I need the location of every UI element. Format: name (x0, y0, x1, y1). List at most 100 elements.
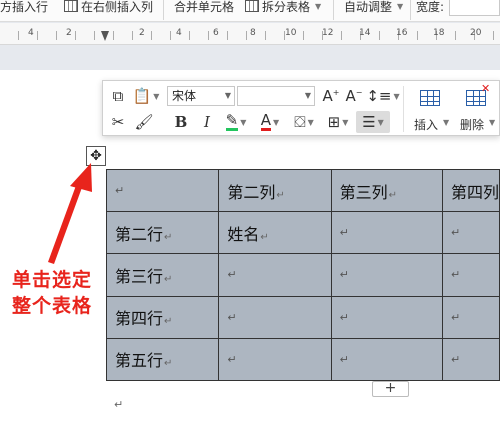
cell-text: 第四行 (115, 309, 164, 329)
format-painter-icon: 🖌 (134, 113, 154, 131)
bold-button[interactable]: B (171, 111, 191, 133)
shrink-font-icon: A− (345, 87, 363, 105)
cell-text: 姓名 (227, 224, 260, 244)
border-grid-icon: ⊞ (327, 113, 341, 131)
table-cell[interactable]: ↵ (330, 295, 443, 339)
horizontal-ruler[interactable]: 4 2 2 4 6 8 10 12 14 16 18 20 (0, 23, 500, 45)
cell-text: ↵ (450, 352, 461, 366)
width-label: 宽度: (416, 0, 444, 21)
table-row: 第四行↵ ↵ ↵ ↵ (105, 295, 500, 339)
format-painter-button[interactable]: 🖌 (133, 111, 155, 133)
table-cell[interactable]: ↵ (441, 211, 500, 255)
insert-button[interactable] (417, 87, 443, 109)
auto-adjust-button[interactable]: 自动调整 ▼ (344, 0, 403, 21)
bold-icon: B (174, 113, 188, 131)
chevron-down-icon: ▼ (489, 118, 496, 127)
table-select-handle[interactable]: ✥ (86, 146, 106, 166)
font-color-button[interactable]: A ▼ (255, 111, 285, 133)
table-cell[interactable]: ↵ (441, 253, 500, 297)
table-cell[interactable]: ↵ (330, 211, 443, 255)
table-cell[interactable]: ↵ (218, 295, 332, 339)
toolbar-divider (403, 86, 404, 132)
highlight-button[interactable]: ✎ ▼ (221, 111, 251, 133)
paste-icon: 📋 (132, 87, 152, 105)
fill-color-button[interactable]: ⛋ ▼ (289, 111, 319, 133)
chevron-down-icon: ▼ (377, 117, 384, 127)
move-icon: ✥ (90, 148, 102, 164)
insert-column-right-button[interactable]: 在右侧插入列 (64, 0, 153, 21)
borders-button[interactable]: ⊞ ▼ (323, 111, 353, 133)
cell-text: ↵ (339, 352, 349, 366)
table-cell[interactable]: ↵ (441, 295, 500, 339)
ribbon-label: 方插入行 (0, 0, 49, 14)
table-cell[interactable]: ↵ (105, 168, 220, 213)
font-size-select[interactable]: ▼ (237, 86, 315, 106)
grow-font-icon: A+ (322, 87, 340, 105)
annotation-line: 单击选定 (12, 269, 93, 291)
split-table-icon (245, 0, 259, 12)
copy-button[interactable]: ⧉ (107, 85, 129, 107)
table-cell[interactable]: 第四列 (441, 168, 500, 213)
split-table-button[interactable]: 拆分表格 ▼ (245, 0, 321, 21)
table-row: 第三行↵ ↵ ↵ ↵ (105, 253, 500, 297)
document-table[interactable]: ↵ 第二列↵ 第三列↵ 第四列 第二行↵ 姓名↵ ↵ ↵ 第三行↵ ↵ ↵ ↵ … (105, 168, 500, 382)
table-cell[interactable]: 第三行↵ (105, 253, 220, 297)
cut-button[interactable]: ✂ (107, 111, 129, 133)
table-cell[interactable]: ↵ (218, 337, 332, 382)
table-cell[interactable]: 第四行↵ (105, 295, 220, 339)
merge-cells-button[interactable]: 合并单元格 (174, 0, 234, 21)
paint-bucket-icon: ⛋ (294, 113, 306, 131)
grow-font-button[interactable]: A+ (321, 85, 341, 107)
add-row-button[interactable]: + (372, 381, 409, 397)
copy-icon: ⧉ (112, 87, 124, 105)
table-cell[interactable]: ↵ (441, 337, 500, 382)
cell-text: 第二列 (227, 182, 276, 202)
table-cell[interactable]: 第二列↵ (218, 168, 332, 213)
table-row: 第二行↵ 姓名↵ ↵ ↵ (105, 211, 500, 255)
table-cell[interactable]: ↵ (330, 337, 443, 382)
chevron-down-icon: ▼ (307, 117, 314, 127)
width-input[interactable] (449, 0, 500, 16)
chevron-down-icon: ▼ (393, 91, 400, 101)
cell-text: ↵ (450, 268, 461, 282)
line-spacing-icon: ↕≡ (366, 87, 392, 105)
table-cell[interactable]: 第五行↵ (105, 337, 220, 382)
line-spacing-button[interactable]: ↕≡ ▼ (366, 85, 400, 107)
paragraph-mark: ↵ (114, 398, 124, 411)
chevron-down-icon: ▼ (443, 118, 450, 127)
table-cell[interactable]: 第二行↵ (105, 211, 220, 255)
cell-text: ↵ (227, 310, 237, 324)
floating-table-toolbar: ⧉ 📋 ▼ 宋体 ▼ ▼ A+ A− ↕≡ ▼ ✂ 🖌 B I ✎ ▼ A ▼ ⛋ ▼ ⊞… (102, 80, 500, 136)
ruler-number: 18 (433, 28, 445, 38)
ribbon-label: 拆分表格 (262, 0, 311, 14)
font-color-icon: A (260, 111, 272, 131)
paste-button[interactable]: 📋 ▼ (131, 85, 161, 107)
insert-table-icon (420, 90, 440, 106)
align-button[interactable]: ☰ ▼ (356, 111, 390, 133)
ruler-number: 6 (213, 28, 219, 38)
chevron-down-icon: ▼ (240, 117, 247, 127)
cell-text: ↵ (339, 310, 349, 324)
table-row: ↵ 第二列↵ 第三列↵ 第四列 (105, 168, 500, 213)
cell-text: 第三行 (115, 266, 164, 286)
chevron-down-icon: ▼ (273, 117, 280, 127)
italic-icon: I (204, 113, 210, 131)
align-left-icon: ☰ (362, 113, 376, 131)
table-cell[interactable]: ↵ (330, 253, 443, 297)
shrink-font-button[interactable]: A− (344, 85, 364, 107)
delete-label: 删除 (460, 118, 485, 132)
ruler-number: 2 (139, 28, 145, 38)
table-cell[interactable]: 姓名↵ (218, 211, 332, 255)
italic-button[interactable]: I (197, 111, 217, 133)
ruler-number: 2 (66, 28, 72, 38)
cell-text: ↵ (339, 226, 349, 240)
insert-column-right-icon (64, 0, 78, 12)
cell-text: ↵ (450, 226, 461, 240)
font-name-select[interactable]: 宋体 ▼ (167, 86, 235, 106)
ruler-number: 4 (176, 28, 182, 38)
insert-label: 插入 (414, 118, 439, 132)
table-cell[interactable]: ↵ (218, 253, 332, 297)
insert-row-below-button[interactable]: 方插入行 (0, 0, 49, 21)
table-cell[interactable]: 第三列↵ (330, 168, 443, 213)
font-name-value: 宋体 (172, 89, 197, 103)
